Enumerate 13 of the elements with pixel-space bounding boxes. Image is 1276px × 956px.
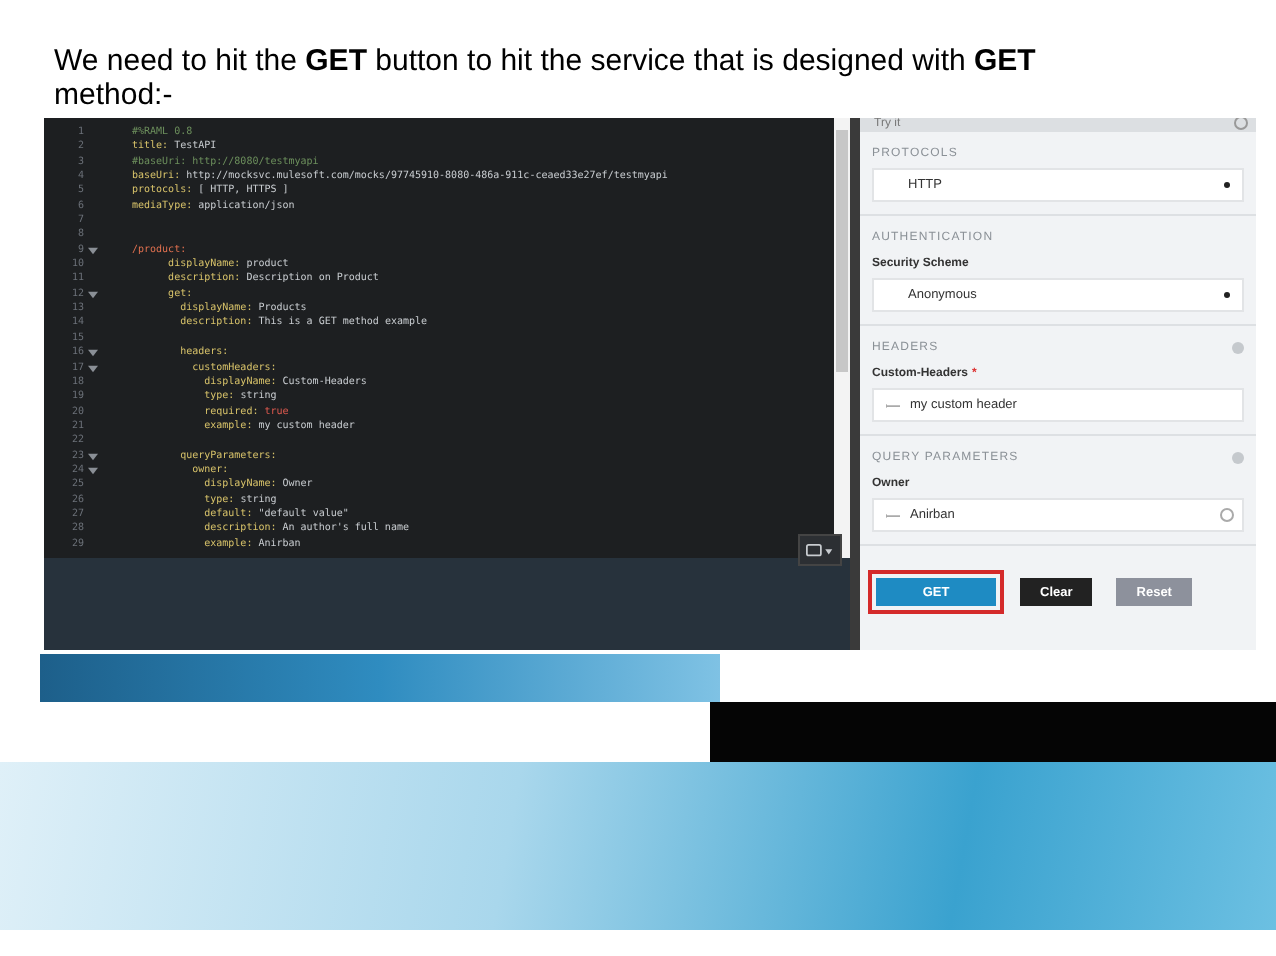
fold-caret-icon[interactable] [88,243,100,259]
key-icon [886,511,900,519]
key-icon [886,401,900,409]
theme-button[interactable] [798,534,842,566]
monitor-icon [806,543,834,557]
scrollbar[interactable] [834,118,850,558]
dropdown-icon [1224,292,1230,298]
scroll-thumb[interactable] [836,130,848,372]
fold-caret-icon[interactable] [88,361,100,376]
slide-heading: We need to hit the GET button to hit the service that is designed with GET method:- [54,44,1038,112]
dropdown-icon [1224,182,1230,188]
fold-caret-icon[interactable] [88,346,100,361]
fold-caret-icon[interactable] [88,287,100,303]
